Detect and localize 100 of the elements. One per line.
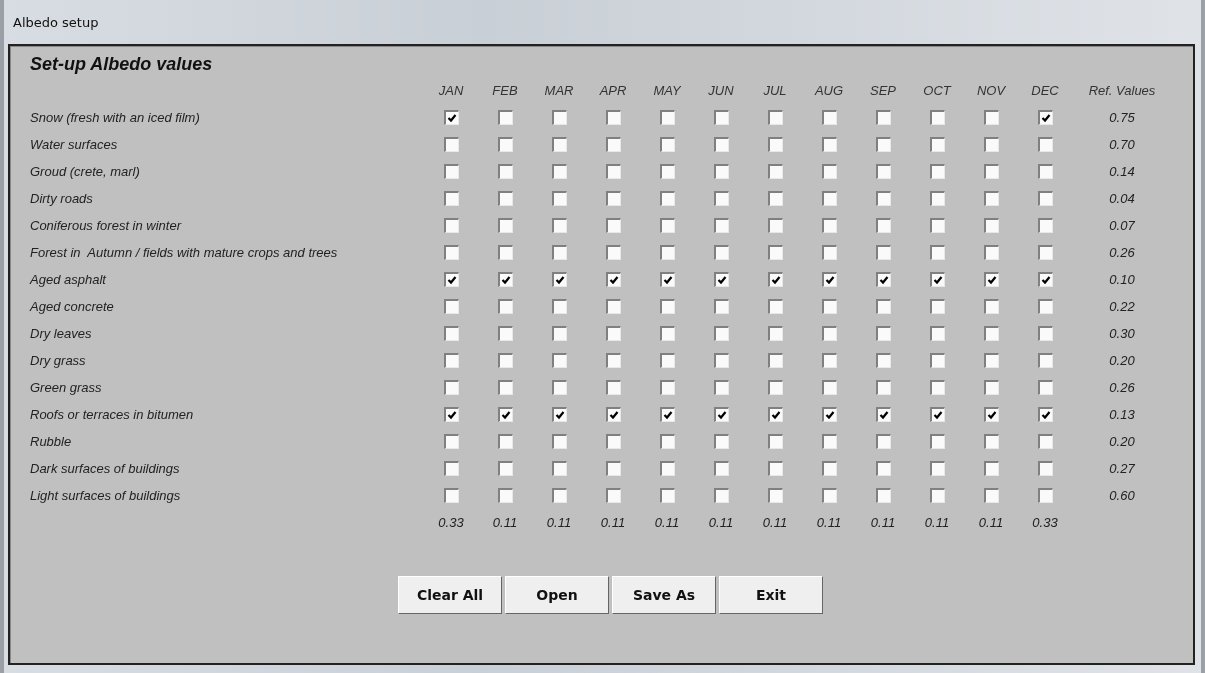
checkbox[interactable]: [605, 380, 621, 395]
checkbox[interactable]: [605, 488, 621, 503]
checkbox[interactable]: [443, 245, 459, 260]
checkbox[interactable]: [605, 218, 621, 233]
checkbox[interactable]: [875, 164, 891, 179]
checkbox[interactable]: [659, 461, 675, 476]
checkbox[interactable]: [605, 326, 621, 341]
checkbox[interactable]: [497, 407, 513, 422]
checkbox[interactable]: [497, 164, 513, 179]
checkbox[interactable]: [767, 353, 783, 368]
checkbox[interactable]: [821, 380, 837, 395]
dialog-button[interactable]: Exit: [719, 576, 823, 614]
checkbox[interactable]: [497, 191, 513, 206]
checkbox[interactable]: [821, 137, 837, 152]
checkbox[interactable]: [659, 299, 675, 314]
checkbox[interactable]: [497, 380, 513, 395]
checkbox[interactable]: [713, 191, 729, 206]
checkbox[interactable]: [551, 326, 567, 341]
checkbox[interactable]: [767, 380, 783, 395]
checkbox[interactable]: [875, 110, 891, 125]
checkbox[interactable]: [821, 488, 837, 503]
checkbox[interactable]: [983, 164, 999, 179]
checkbox[interactable]: [551, 299, 567, 314]
checkbox[interactable]: [443, 218, 459, 233]
checkbox[interactable]: [605, 434, 621, 449]
checkbox[interactable]: [821, 218, 837, 233]
checkbox[interactable]: [713, 434, 729, 449]
checkbox[interactable]: [659, 380, 675, 395]
checkbox[interactable]: [713, 272, 729, 287]
checkbox[interactable]: [983, 299, 999, 314]
checkbox[interactable]: [659, 218, 675, 233]
checkbox[interactable]: [875, 218, 891, 233]
checkbox[interactable]: [551, 245, 567, 260]
checkbox[interactable]: [713, 299, 729, 314]
checkbox[interactable]: [821, 164, 837, 179]
checkbox[interactable]: [983, 488, 999, 503]
checkbox[interactable]: [659, 164, 675, 179]
checkbox[interactable]: [821, 461, 837, 476]
checkbox[interactable]: [443, 164, 459, 179]
checkbox[interactable]: [659, 407, 675, 422]
checkbox[interactable]: [713, 326, 729, 341]
checkbox[interactable]: [929, 299, 945, 314]
checkbox[interactable]: [929, 110, 945, 125]
checkbox[interactable]: [1037, 218, 1053, 233]
checkbox[interactable]: [443, 191, 459, 206]
checkbox[interactable]: [929, 488, 945, 503]
checkbox[interactable]: [1037, 191, 1053, 206]
checkbox[interactable]: [551, 488, 567, 503]
checkbox[interactable]: [497, 353, 513, 368]
checkbox[interactable]: [983, 461, 999, 476]
checkbox[interactable]: [767, 218, 783, 233]
checkbox[interactable]: [875, 299, 891, 314]
checkbox[interactable]: [605, 164, 621, 179]
checkbox[interactable]: [551, 272, 567, 287]
checkbox[interactable]: [875, 245, 891, 260]
checkbox[interactable]: [443, 488, 459, 503]
checkbox[interactable]: [551, 380, 567, 395]
checkbox[interactable]: [983, 380, 999, 395]
checkbox[interactable]: [767, 191, 783, 206]
checkbox[interactable]: [929, 272, 945, 287]
checkbox[interactable]: [767, 326, 783, 341]
checkbox[interactable]: [443, 110, 459, 125]
checkbox[interactable]: [713, 461, 729, 476]
checkbox[interactable]: [605, 461, 621, 476]
checkbox[interactable]: [497, 299, 513, 314]
checkbox[interactable]: [929, 380, 945, 395]
checkbox[interactable]: [767, 461, 783, 476]
checkbox[interactable]: [605, 299, 621, 314]
checkbox[interactable]: [875, 434, 891, 449]
checkbox[interactable]: [983, 326, 999, 341]
checkbox[interactable]: [659, 191, 675, 206]
checkbox[interactable]: [443, 434, 459, 449]
checkbox[interactable]: [821, 434, 837, 449]
checkbox[interactable]: [551, 191, 567, 206]
checkbox[interactable]: [551, 407, 567, 422]
checkbox[interactable]: [821, 353, 837, 368]
checkbox[interactable]: [875, 407, 891, 422]
checkbox[interactable]: [983, 137, 999, 152]
checkbox[interactable]: [659, 353, 675, 368]
checkbox[interactable]: [497, 434, 513, 449]
checkbox[interactable]: [443, 272, 459, 287]
checkbox[interactable]: [983, 110, 999, 125]
dialog-button[interactable]: Open: [505, 576, 609, 614]
checkbox[interactable]: [929, 353, 945, 368]
checkbox[interactable]: [551, 461, 567, 476]
checkbox[interactable]: [659, 326, 675, 341]
checkbox[interactable]: [443, 299, 459, 314]
checkbox[interactable]: [983, 272, 999, 287]
checkbox[interactable]: [821, 245, 837, 260]
checkbox[interactable]: [767, 110, 783, 125]
checkbox[interactable]: [659, 488, 675, 503]
checkbox[interactable]: [875, 272, 891, 287]
checkbox[interactable]: [497, 245, 513, 260]
checkbox[interactable]: [551, 137, 567, 152]
checkbox[interactable]: [443, 461, 459, 476]
checkbox[interactable]: [821, 110, 837, 125]
checkbox[interactable]: [659, 137, 675, 152]
checkbox[interactable]: [659, 434, 675, 449]
checkbox[interactable]: [443, 407, 459, 422]
checkbox[interactable]: [929, 407, 945, 422]
